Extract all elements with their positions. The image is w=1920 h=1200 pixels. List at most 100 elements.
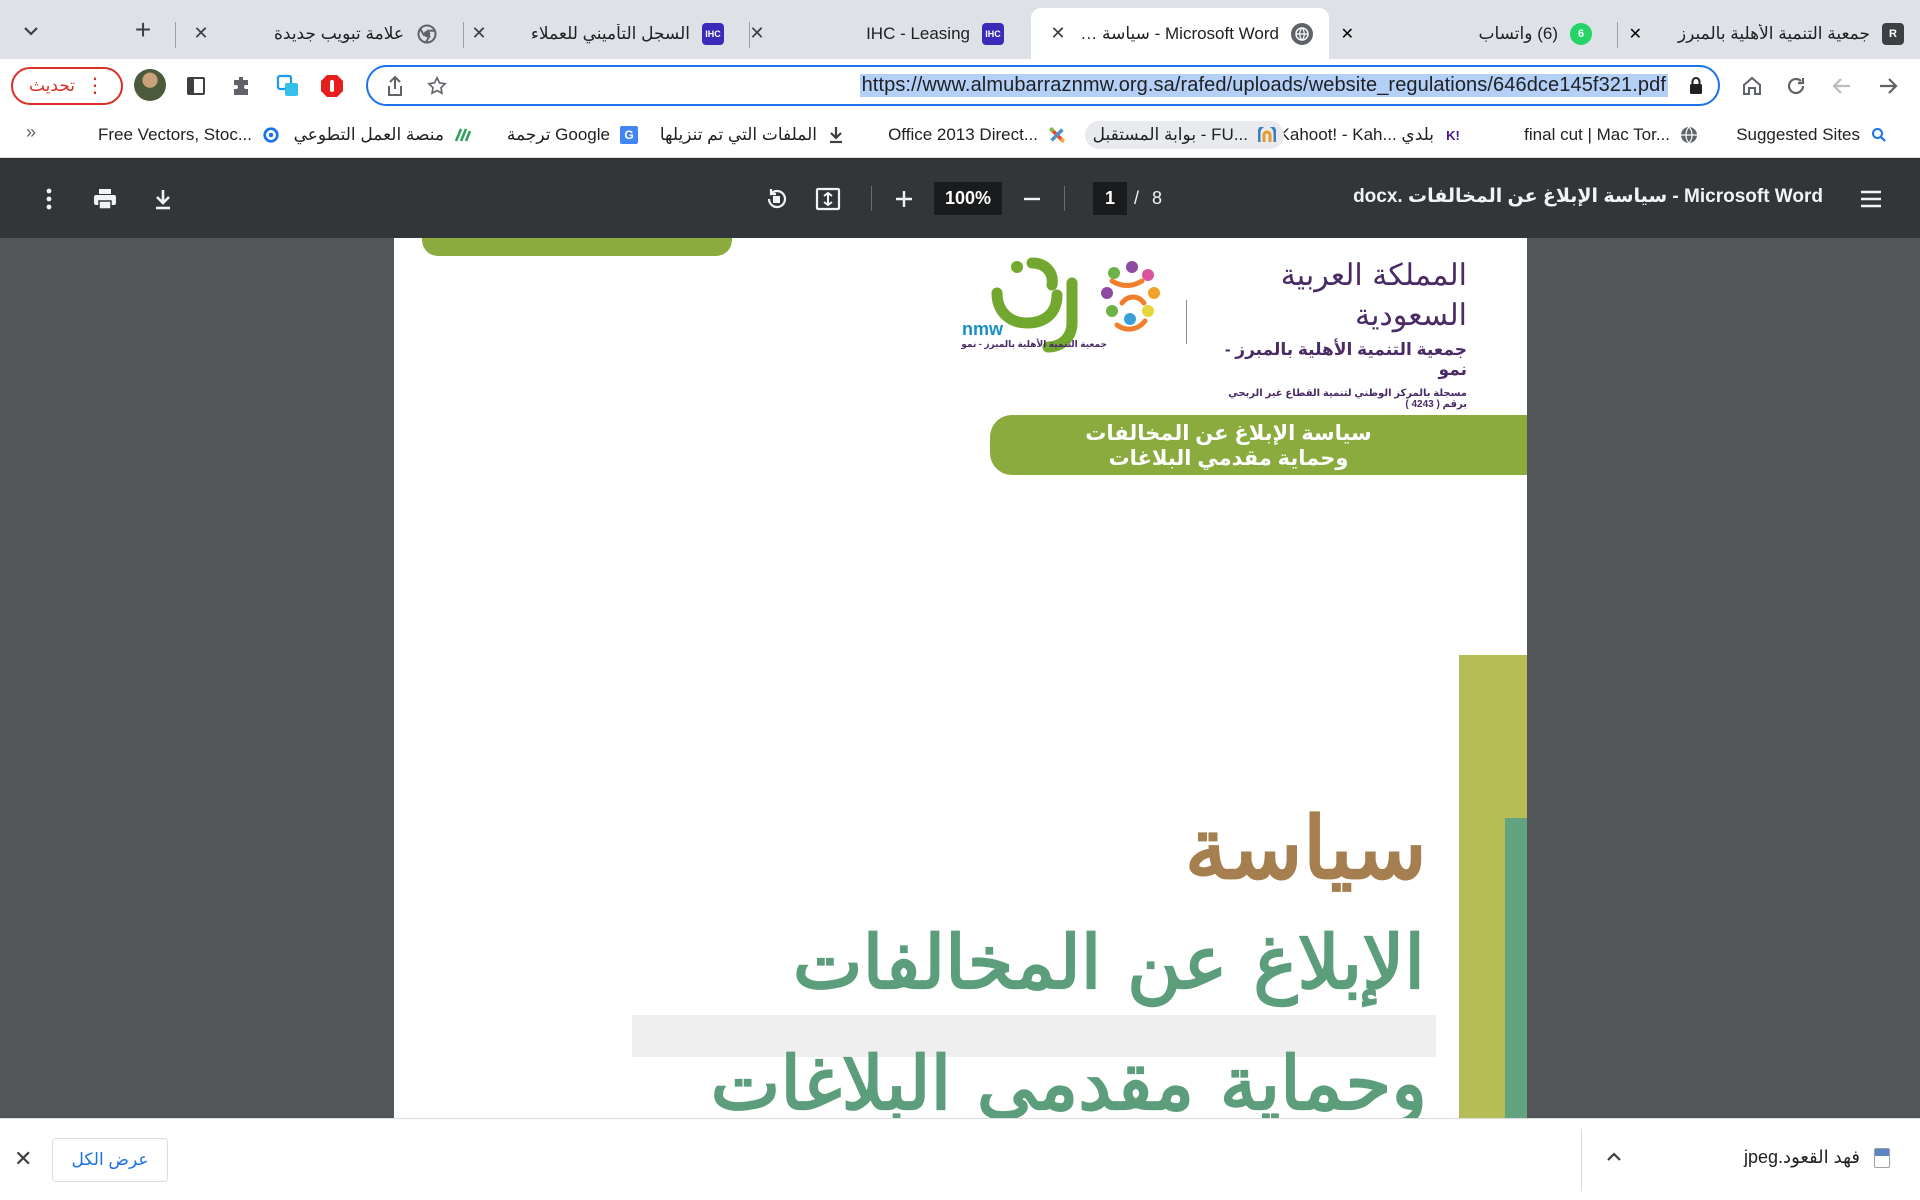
adblock-icon[interactable] (318, 72, 346, 100)
bookmark-future-portal[interactable]: بوابة المستقبل - FU... (1084, 121, 1284, 149)
fit-to-page-icon[interactable] (813, 184, 843, 214)
download-icon[interactable] (148, 184, 178, 214)
extension-copy-icon[interactable] (274, 72, 302, 100)
tab-title: علامة تبويب جديدة (273, 23, 404, 43)
heading-policy: سياسة (1184, 798, 1427, 899)
tab-title: جمعية التنمية الأهلية بالمبرز (1677, 23, 1870, 43)
joomla-icon (1048, 126, 1066, 144)
chrome-icon (416, 23, 438, 45)
rotate-counterclockwise-icon[interactable] (761, 184, 791, 214)
decorative-green-bar (422, 238, 732, 256)
bookmark-label: ترجمة Google (506, 125, 610, 144)
tab-microsoft-word[interactable]: Microsoft Word - سياسة الإبلاغ عن المخال… (1031, 8, 1329, 59)
total-pages: 8 (1152, 188, 1163, 208)
bookmark-kahoot[interactable]: Kahoot! - Kah... بلدي K! (1279, 121, 1462, 149)
tab-title: IHC - Leasing (866, 23, 970, 43)
bookmarks-overflow-chevron-icon[interactable]: » (26, 122, 36, 143)
bookmark-label: Suggested Sites (1736, 125, 1860, 144)
globe-icon (1680, 126, 1698, 144)
tab-strip: R جمعية التنمية الأهلية بالمبرز ✕ 6 (6) … (0, 0, 1920, 59)
heading-reporting: الإبلاغ عن المخالفات (792, 920, 1425, 1006)
tab-new-tab[interactable]: علامة تبويب جديدة ✕ (174, 8, 454, 59)
close-icon[interactable]: ✕ (1341, 24, 1354, 44)
extensions-puzzle-icon[interactable] (228, 72, 256, 100)
pdf-page: المملكة العربية السعودية جمعية التنمية ا… (394, 238, 1527, 1118)
forward-arrow-icon[interactable] (1828, 72, 1856, 100)
registration-text: مسجلة بالمركز الوطني لتنمية القطاع غير ا… (1228, 388, 1467, 410)
more-options-kebab-icon[interactable] (34, 184, 64, 214)
bookmark-label: الملفات التي تم تنزيلها (659, 125, 817, 144)
pdf-document-title: Microsoft Word - سياسة الإبلاغ عن المخال… (1353, 186, 1823, 207)
chevron-up-icon[interactable] (1604, 1147, 1624, 1167)
lock-icon[interactable] (1688, 76, 1704, 101)
new-tab-plus-icon[interactable]: + (128, 16, 158, 46)
tab-ihc-leasing[interactable]: IHC IHC - Leasing ✕ (730, 8, 1020, 59)
zoom-level-input[interactable]: 100% (934, 182, 1002, 215)
bookmark-star-icon[interactable] (426, 75, 448, 102)
tab-title: Microsoft Word - سياسة الإبلاغ عن المخال… (1077, 23, 1279, 43)
tab-separator (463, 22, 464, 48)
bookmark-label: بوابة المستقبل - FU... (1092, 125, 1248, 144)
reload-icon[interactable] (1782, 72, 1810, 100)
tab-separator (175, 22, 176, 48)
zoom-out-minus-icon[interactable] (1017, 184, 1047, 214)
update-button[interactable]: تحديث ⋮ (11, 67, 123, 105)
update-label: تحديث (28, 76, 76, 95)
print-icon[interactable] (90, 184, 120, 214)
share-icon[interactable] (384, 74, 406, 103)
hamburger-menu-icon[interactable] (1856, 184, 1886, 214)
profile-avatar[interactable] (134, 69, 166, 101)
bookmark-final-cut[interactable]: final cut | Mac Tor... (1524, 121, 1698, 149)
bookmark-suggested-sites[interactable]: Suggested Sites (1736, 121, 1888, 149)
side-panel-icon[interactable] (182, 72, 210, 100)
bookmark-office-2013[interactable]: Office 2013 Direct... (888, 121, 1066, 149)
close-icon[interactable]: ✕ (468, 23, 490, 44)
show-all-button[interactable]: عرض الكل (52, 1138, 168, 1182)
download-shelf: ✕ عرض الكل فهد القعود.jpeg (0, 1118, 1920, 1200)
bookmarks-bar: Suggested Sites final cut | Mac Tor... K… (0, 112, 1920, 158)
close-icon[interactable]: ✕ (1047, 23, 1069, 44)
zoom-in-plus-icon[interactable] (889, 184, 919, 214)
tab-insurance-record[interactable]: IHC السجل التأميني للعملاء ✕ (452, 8, 740, 59)
bookmark-free-vectors[interactable]: Free Vectors, Stoc... (98, 121, 280, 149)
toolbar-divider (1064, 186, 1065, 211)
bookmark-google-translate[interactable]: ترجمة Google G (507, 121, 638, 149)
decorative-vertical-bar-accent (1505, 818, 1527, 1118)
pdf-viewer[interactable]: المملكة العربية السعودية جمعية التنمية ا… (0, 238, 1920, 1118)
bookmark-label: Office 2013 Direct... (888, 125, 1038, 144)
kingdom-header: المملكة العربية السعودية جمعية التنمية ا… (1217, 256, 1468, 410)
download-icon (827, 126, 845, 144)
tab-separator (749, 22, 750, 48)
globe-icon (1291, 22, 1313, 45)
tab-title: السجل التأميني للعملاء (530, 23, 690, 43)
namaa-english: nmw (962, 319, 1004, 339)
url-text[interactable]: https://www.almubarraznmw.org.sa/rafed/u… (859, 74, 1668, 97)
download-item[interactable]: فهد القعود.jpeg (1744, 1147, 1890, 1168)
kingdom-calligraphy: المملكة العربية السعودية (1280, 258, 1468, 333)
browser-toolbar: https://www.almubarraznmw.org.sa/rafed/u… (0, 59, 1920, 112)
tab-almubarraz[interactable]: R جمعية التنمية الأهلية بالمبرز (1635, 8, 1920, 59)
volunteer-icon (454, 126, 472, 144)
close-icon[interactable]: ✕ (1629, 24, 1642, 44)
whatsapp-icon: 6 (1570, 22, 1592, 45)
bookmark-label: منصة العمل التطوعي (293, 125, 444, 144)
kebab-menu-icon: ⋮ (85, 75, 106, 97)
tab-whatsapp[interactable]: 6 (6) واتساب (1348, 8, 1608, 59)
close-shelf-icon[interactable]: ✕ (14, 1146, 32, 1172)
tab-search-chevron-icon[interactable] (18, 18, 44, 44)
page-number-input[interactable]: 1 (1093, 182, 1127, 215)
search-icon (1870, 126, 1888, 144)
close-icon[interactable]: ✕ (190, 23, 212, 44)
r-favicon-icon: R (1882, 22, 1904, 45)
bookmark-label: Kahoot! - Kah... بلدي (1278, 125, 1434, 144)
back-arrow-icon[interactable] (1874, 72, 1902, 100)
address-bar[interactable]: https://www.almubarraznmw.org.sa/rafed/u… (366, 65, 1720, 106)
download-file-name: فهد القعود.jpeg (1744, 1147, 1860, 1167)
bookmark-volunteer-platform[interactable]: منصة العمل التطوعي (294, 121, 472, 149)
heading-protection: وحماية مقدمي البلاغات (710, 1041, 1427, 1118)
toolbar-divider (871, 186, 872, 211)
home-icon[interactable] (1738, 72, 1766, 100)
page-separator: / (1134, 188, 1140, 208)
bookmark-downloaded-files[interactable]: الملفات التي تم تنزيلها (660, 121, 845, 149)
tab-title: (6) واتساب (1478, 23, 1558, 43)
